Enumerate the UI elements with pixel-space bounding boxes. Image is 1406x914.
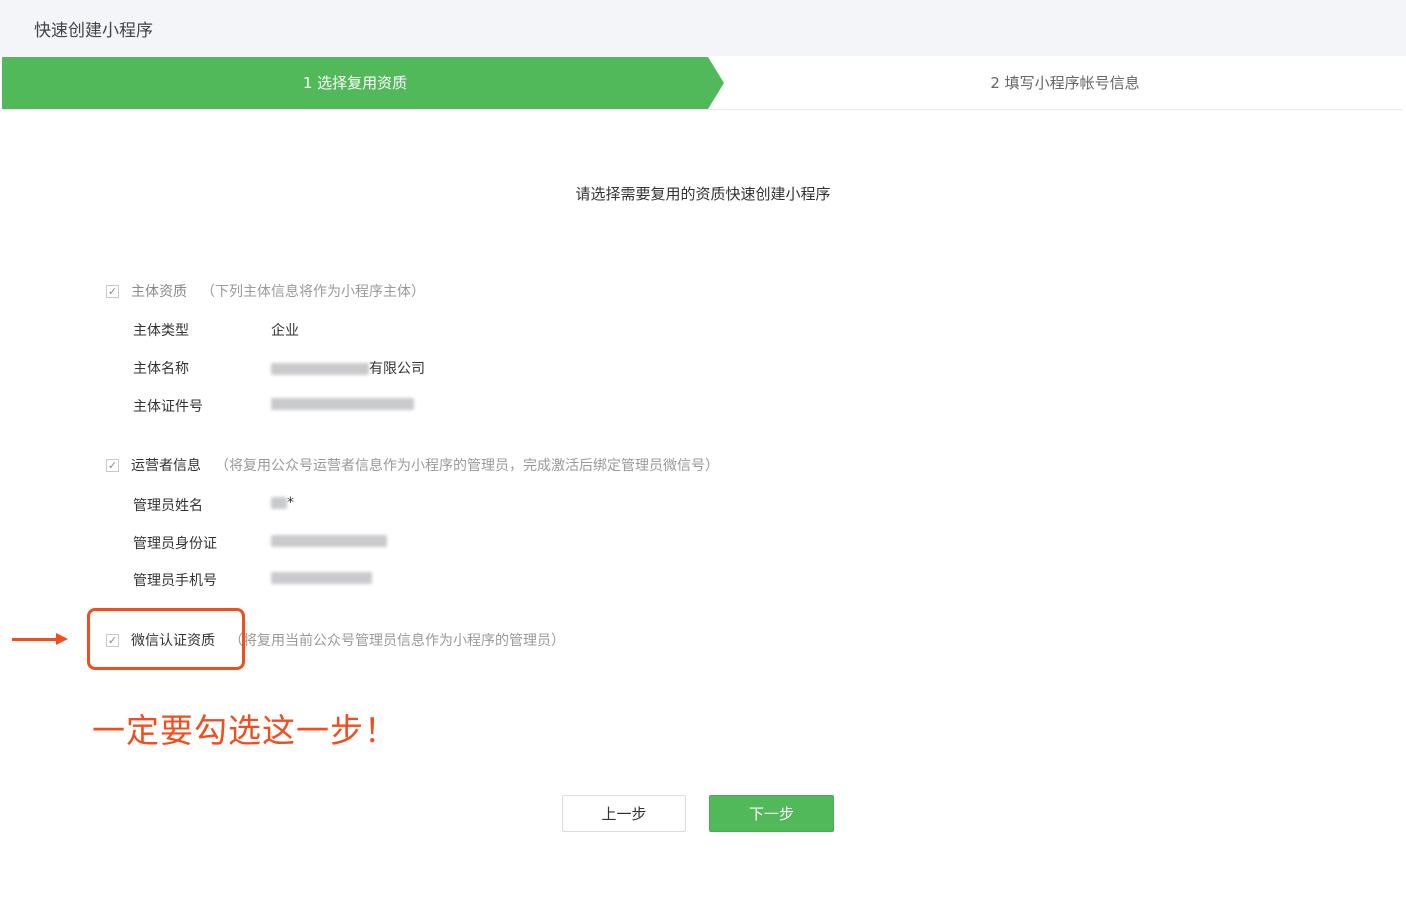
next-button[interactable]: 下一步 xyxy=(709,795,834,832)
section-note: （将复用当前公众号管理员信息作为小程序的管理员） xyxy=(229,633,565,649)
field-label: 管理员身份证 xyxy=(133,536,217,552)
field-label: 管理员手机号 xyxy=(133,573,217,589)
redacted-text xyxy=(271,535,387,547)
redacted-text xyxy=(271,363,369,375)
arrow-head xyxy=(56,633,68,645)
field-value-redacted xyxy=(271,533,387,549)
field-label: 主体名称 xyxy=(133,361,189,377)
checkbox-checked-icon[interactable]: ✓ xyxy=(106,284,119,298)
field-value-entity-name: 有限公司 xyxy=(271,358,425,378)
field-value-admin-name: * xyxy=(271,495,294,511)
step-progress-bar: 1 选择复用资质 2 填写小程序帐号信息 xyxy=(2,57,1402,110)
entity-qualification-option[interactable]: ✓ 主体资质 （下列主体信息将作为小程序主体） xyxy=(106,281,425,301)
section-label: 主体资质 xyxy=(131,284,187,300)
section-note: （下列主体信息将作为小程序主体） xyxy=(201,284,425,300)
field-label: 主体类型 xyxy=(133,323,189,339)
field-label: 主体证件号 xyxy=(133,399,203,415)
step-2-label: 2 填写小程序帐号信息 xyxy=(990,74,1140,92)
field-label: 管理员姓名 xyxy=(133,498,203,514)
page-title: 快速创建小程序 xyxy=(34,21,153,41)
step-1-label: 1 选择复用资质 xyxy=(302,74,408,92)
instruction-text: 请选择需要复用的资质快速创建小程序 xyxy=(575,185,831,203)
annotation-text: 一定要勾选这一步！ xyxy=(92,711,398,750)
section-note: （将复用公众号运营者信息作为小程序的管理员，完成激活后绑定管理员微信号） xyxy=(215,458,719,474)
field-value-suffix: 有限公司 xyxy=(369,361,425,377)
section-label: 运营者信息 xyxy=(131,458,201,474)
operator-info-option[interactable]: ✓ 运营者信息 （将复用公众号运营者信息作为小程序的管理员，完成激活后绑定管理员… xyxy=(106,455,719,475)
redacted-text xyxy=(271,398,414,410)
field-value-redacted xyxy=(271,396,414,412)
field-value-suffix: * xyxy=(287,495,294,511)
field-value: 企业 xyxy=(271,323,299,339)
redacted-text xyxy=(271,497,287,509)
highlight-box xyxy=(87,608,245,670)
prev-button[interactable]: 上一步 xyxy=(562,795,686,832)
checkbox-checked-icon[interactable]: ✓ xyxy=(106,458,119,472)
field-value-redacted xyxy=(271,570,372,586)
page-header: 快速创建小程序 xyxy=(0,0,1406,56)
arrow-right-icon xyxy=(12,638,59,641)
redacted-text xyxy=(271,572,372,584)
